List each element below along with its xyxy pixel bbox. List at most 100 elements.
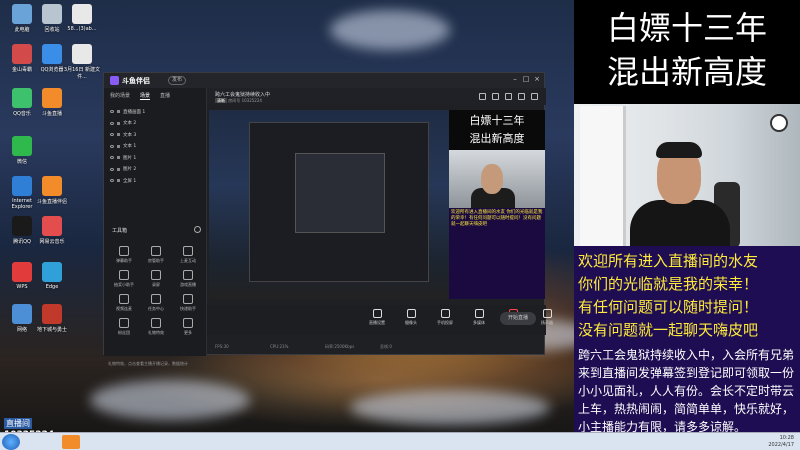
tool-label: 上麦互动 bbox=[180, 258, 196, 263]
tool-item[interactable]: 视频连麦 bbox=[108, 294, 140, 312]
status-item: 丢帧:0 bbox=[380, 344, 392, 349]
scene-item[interactable]: 直播画面 1 bbox=[108, 106, 204, 118]
tool-icon bbox=[183, 246, 193, 256]
lock-icon[interactable] bbox=[117, 121, 120, 125]
tool-item[interactable]: 弹幕助手 bbox=[108, 246, 140, 264]
app-icon bbox=[72, 4, 92, 24]
start-live-button[interactable]: 开始直播 bbox=[500, 312, 536, 325]
bottom-tool-icon bbox=[542, 309, 552, 318]
lock-icon[interactable] bbox=[117, 133, 120, 137]
tool-icon bbox=[183, 294, 193, 304]
tool-item[interactable]: 录屏 bbox=[140, 270, 172, 288]
preview-canvas[interactable]: 白嫖十三年 混出新高度 欢迎所有进入直播间的水友 你们的光临就是我的荣幸！有任何… bbox=[209, 110, 545, 299]
eye-icon[interactable] bbox=[110, 144, 114, 148]
eye-icon[interactable] bbox=[110, 179, 114, 183]
tool-item[interactable]: 更多 bbox=[172, 318, 204, 336]
bottom-tool-label: 多媒体 bbox=[473, 320, 485, 325]
eye-icon[interactable] bbox=[110, 110, 114, 114]
app-icon bbox=[42, 4, 62, 24]
app-titlebar[interactable]: 斗鱼伴侣 发布 – □ × bbox=[104, 73, 544, 88]
bottom-tool-button[interactable]: 摄像头 bbox=[401, 309, 421, 326]
desktop-icon[interactable]: Edge bbox=[32, 262, 72, 290]
eye-icon[interactable] bbox=[110, 121, 114, 125]
layout-icon[interactable] bbox=[479, 93, 486, 100]
lock-icon[interactable] bbox=[117, 110, 120, 114]
stream-title[interactable]: 跨六工会鬼狱持续收入中 bbox=[215, 91, 270, 98]
tool-label: 游戏直播 bbox=[180, 282, 196, 287]
record-icon[interactable] bbox=[531, 93, 538, 100]
desktop-icon[interactable]: 斗鱼直播 bbox=[32, 88, 72, 117]
maximize-icon[interactable]: □ bbox=[521, 75, 531, 83]
tool-item[interactable]: 快递助手 bbox=[172, 294, 204, 312]
scene-item[interactable]: 图片 1 bbox=[108, 152, 204, 164]
system-clock[interactable]: 10:28 2022/4/17 bbox=[768, 435, 794, 449]
scene-item[interactable]: 文本 2 bbox=[108, 118, 204, 130]
app-icon bbox=[42, 44, 62, 64]
bottom-tool-label: 直播设置 bbox=[369, 320, 385, 325]
desktop-icon[interactable]: 3月16日 新建文件... bbox=[62, 44, 102, 80]
eye-icon[interactable] bbox=[110, 167, 114, 171]
bottom-tool-button[interactable]: 手机投屏 bbox=[435, 309, 455, 326]
close-icon[interactable]: × bbox=[532, 75, 542, 83]
eye-icon[interactable] bbox=[110, 133, 114, 137]
app-icon bbox=[12, 262, 32, 282]
tool-item[interactable]: 任务中心 bbox=[140, 294, 172, 312]
tool-label: 快递助手 bbox=[180, 306, 196, 311]
lock-icon[interactable] bbox=[117, 144, 120, 148]
tab-live[interactable]: 直播 bbox=[160, 92, 170, 100]
scene-label: 直播画面 1 bbox=[123, 109, 146, 115]
bottom-tool-button[interactable]: 直播设置 bbox=[367, 309, 387, 326]
desktop-icon-label: 网易云音乐 bbox=[39, 239, 65, 245]
info-line: 小小见面礼，人人有份。会长不定时带云 bbox=[578, 384, 795, 398]
tool-item[interactable]: 房管助手 bbox=[140, 246, 172, 264]
minimize-icon[interactable]: – bbox=[510, 75, 520, 83]
lock-icon[interactable] bbox=[492, 93, 499, 100]
scene-item[interactable]: 全屏 1 bbox=[108, 175, 204, 187]
cloud bbox=[90, 380, 250, 420]
version-badge[interactable]: 发布 bbox=[168, 76, 187, 85]
taskbar-app-douyu[interactable] bbox=[62, 435, 80, 449]
bottom-tool-label: 扬声器 bbox=[541, 320, 553, 325]
scene-item[interactable]: 文本 3 bbox=[108, 129, 204, 141]
tool-item[interactable]: 游戏直播 bbox=[172, 270, 204, 288]
clock-icon bbox=[770, 114, 788, 132]
gear-icon[interactable] bbox=[194, 226, 201, 233]
tool-item[interactable]: 粉丝团 bbox=[108, 318, 140, 336]
screen-icon[interactable] bbox=[518, 93, 525, 100]
start-button[interactable] bbox=[2, 434, 20, 450]
lock-icon[interactable] bbox=[117, 156, 120, 160]
quality-badge[interactable]: 清晰 bbox=[215, 98, 227, 103]
tool-icon bbox=[183, 270, 193, 280]
copy-icon[interactable] bbox=[505, 93, 512, 100]
tools-title: 工具箱 bbox=[112, 228, 128, 234]
room-id: 10325224 bbox=[241, 98, 262, 103]
bottom-tool-button[interactable]: 扬声器 bbox=[537, 309, 557, 326]
scene-item[interactable]: 文本 1 bbox=[108, 141, 204, 153]
status-item: CPU:23% bbox=[270, 344, 289, 349]
live-companion-window[interactable]: 斗鱼伴侣 发布 – □ × 我的场景 场景 直播 直播画面 1 文本 2 文本 3 文… bbox=[103, 72, 553, 366]
desktop-icon[interactable]: 微信 bbox=[2, 136, 42, 165]
desktop-icon[interactable]: 斗鱼直播伴侣 bbox=[32, 176, 72, 205]
tool-item[interactable]: 抽奖小助手 bbox=[108, 270, 140, 288]
room-id-label: 直播间 10325224 bbox=[4, 411, 56, 440]
tool-label: 录屏 bbox=[152, 282, 160, 287]
bottom-note[interactable]: 礼物特效，点击查看主播开播记录，数据统计 bbox=[108, 361, 188, 367]
eye-icon[interactable] bbox=[110, 156, 114, 160]
tool-item[interactable]: 上麦互动 bbox=[172, 246, 204, 264]
tab-my-scenes[interactable]: 我的场景 bbox=[110, 92, 130, 100]
scene-list: 直播画面 1 文本 2 文本 3 文本 1 图片 1 图片 2 全屏 1 bbox=[108, 106, 204, 187]
scene-label: 文本 2 bbox=[123, 121, 137, 127]
desktop-icon[interactable]: 地下城与勇士 bbox=[32, 304, 72, 333]
person-body bbox=[630, 200, 730, 246]
bottom-tool-button[interactable]: 多媒体 bbox=[469, 309, 489, 326]
desktop-icon[interactable]: 58...(3)ab... bbox=[62, 4, 102, 32]
desktop-icon[interactable]: 网易云音乐 bbox=[32, 216, 72, 245]
lock-icon[interactable] bbox=[117, 179, 120, 183]
overlay-title: 白嫖十三年 混出新高度 bbox=[574, 0, 800, 104]
scene-item[interactable]: 图片 2 bbox=[108, 164, 204, 176]
tool-item[interactable]: 礼物特效 bbox=[140, 318, 172, 336]
tab-scenes[interactable]: 场景 bbox=[140, 92, 151, 100]
lock-icon[interactable] bbox=[117, 167, 120, 171]
app-icon bbox=[42, 216, 62, 236]
app-icon bbox=[12, 44, 32, 64]
